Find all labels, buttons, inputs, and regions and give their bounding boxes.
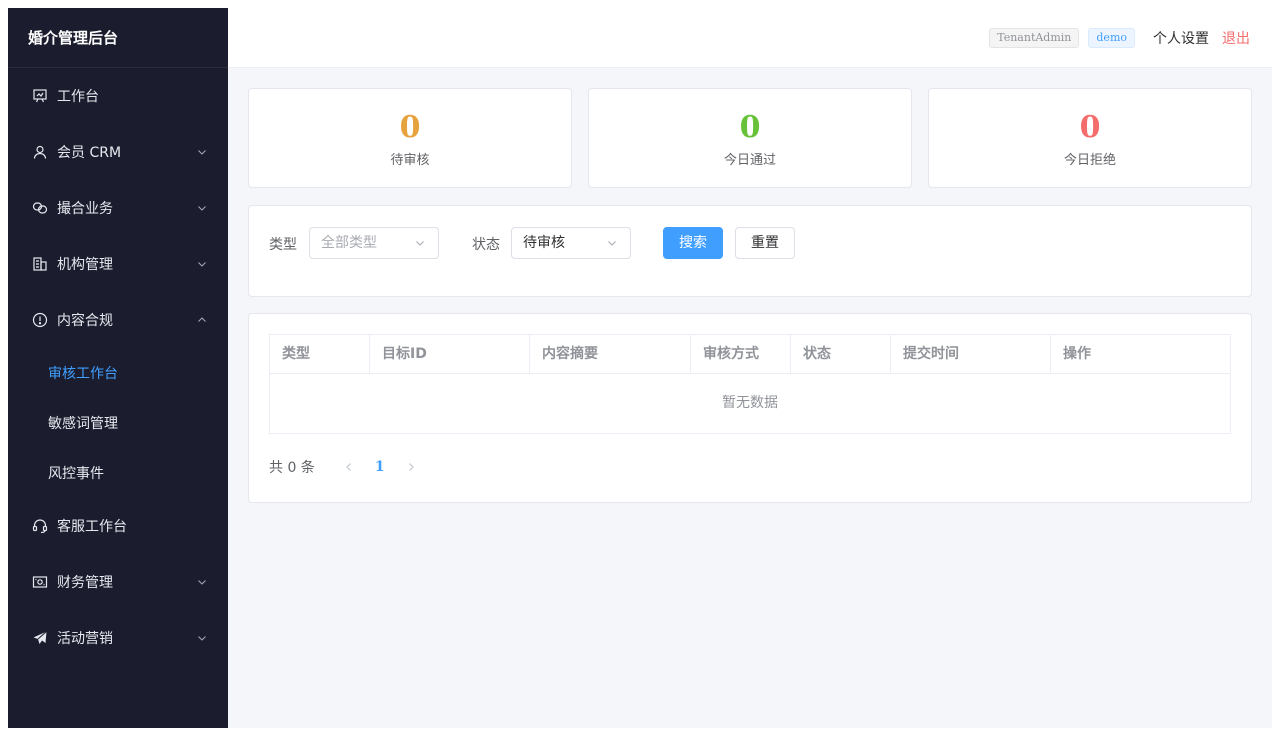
building-icon: [32, 256, 48, 272]
headset-icon: [32, 518, 48, 534]
chevron-left-icon[interactable]: [343, 461, 355, 473]
sidebar-menu: 工作台 会员 CRM 撮合业务 机构管理 内容合规 审核工作台 敏感词管理 风控…: [8, 68, 228, 666]
status-select-value: 待审核: [523, 235, 565, 251]
sidebar-item-matching[interactable]: 撮合业务: [8, 180, 228, 236]
column-header-type[interactable]: 类型: [270, 335, 370, 373]
sidebar-item-finance[interactable]: 财务管理: [8, 554, 228, 610]
sidebar-subitem-review-desk[interactable]: 审核工作台: [8, 348, 228, 398]
review-table: 类型 目标ID 内容摘要 审核方式 状态 提交时间 操作 暂无数据: [269, 334, 1231, 434]
sidebar-item-label: 会员 CRM: [57, 145, 122, 161]
chevron-down-icon: [196, 202, 208, 214]
chevron-down-icon: [196, 576, 208, 588]
sidebar-item-org[interactable]: 机构管理: [8, 236, 228, 292]
column-header-review-method[interactable]: 审核方式: [691, 335, 791, 373]
pagination-total: 共 0 条: [269, 460, 315, 476]
column-header-target-id[interactable]: 目标ID: [370, 335, 530, 373]
tenant-role-tag: TenantAdmin: [989, 28, 1080, 48]
status-select[interactable]: 待审核: [511, 227, 631, 259]
sidebar-item-label: 内容合规: [57, 313, 113, 329]
sidebar-item-label: 财务管理: [57, 575, 113, 591]
review-table-panel: 类型 目标ID 内容摘要 审核方式 状态 提交时间 操作 暂无数据 共 0 条 …: [248, 313, 1252, 503]
app-title: 婚介管理后台: [8, 8, 228, 68]
chevron-down-icon: [196, 146, 208, 158]
top-header: TenantAdmin demo 个人设置 退出: [228, 8, 1272, 68]
stat-value: 0: [399, 110, 421, 145]
warning-circle-icon: [32, 312, 48, 328]
sidebar-item-label: 活动营销: [57, 631, 113, 647]
type-select-placeholder: 全部类型: [321, 235, 377, 251]
stat-label: 今日拒绝: [1063, 153, 1116, 168]
filter-panel: 类型 全部类型 状态 待审核 搜索 重置: [248, 205, 1252, 297]
chevron-right-icon[interactable]: [405, 461, 417, 473]
sidebar-item-member-crm[interactable]: 会员 CRM: [8, 124, 228, 180]
column-header-submit-time[interactable]: 提交时间: [891, 335, 1051, 373]
search-button[interactable]: 搜索: [663, 227, 723, 259]
paper-plane-icon: [32, 630, 48, 646]
column-header-content-summary[interactable]: 内容摘要: [530, 335, 691, 373]
sidebar-item-label: 撮合业务: [57, 201, 113, 217]
chevron-down-icon: [414, 237, 426, 249]
presentation-board-icon: [32, 88, 48, 104]
pagination: 共 0 条 1: [269, 459, 417, 476]
sidebar-subitem-risk-events[interactable]: 风控事件: [8, 448, 228, 498]
stat-value: 0: [1079, 110, 1101, 145]
table-empty-text: 暂无数据: [722, 395, 778, 411]
stat-card-rejected-today: 0 今日拒绝: [928, 88, 1252, 188]
sidebar-item-label: 客服工作台: [57, 519, 127, 535]
table-header-row: 类型 目标ID 内容摘要 审核方式 状态 提交时间 操作: [270, 335, 1230, 374]
personal-settings-link[interactable]: 个人设置: [1153, 28, 1209, 48]
sidebar-item-content-compliance[interactable]: 内容合规: [8, 292, 228, 348]
type-select[interactable]: 全部类型: [309, 227, 439, 259]
sidebar-item-label: 机构管理: [57, 257, 113, 273]
header-actions: TenantAdmin demo 个人设置 退出: [989, 8, 1250, 68]
user-icon: [32, 144, 48, 160]
chevron-down-icon: [196, 632, 208, 644]
sidebar-item-customer-service[interactable]: 客服工作台: [8, 498, 228, 554]
status-filter-label: 状态: [472, 237, 500, 253]
column-header-status[interactable]: 状态: [791, 335, 891, 373]
pagination-page[interactable]: 1: [375, 459, 385, 475]
sidebar: 婚介管理后台 工作台 会员 CRM 撮合业务 机构管理 内容合规 审核工作台 敏…: [8, 8, 228, 728]
app-root: 婚介管理后台 工作台 会员 CRM 撮合业务 机构管理 内容合规 审核工作台 敏…: [8, 8, 1272, 728]
reset-button[interactable]: 重置: [735, 227, 795, 259]
logout-link[interactable]: 退出: [1222, 28, 1250, 48]
wallet-icon: [32, 574, 48, 590]
sidebar-item-label: 工作台: [57, 89, 99, 105]
sidebar-subitem-sensitive-words[interactable]: 敏感词管理: [8, 398, 228, 448]
stat-label: 待审核: [390, 153, 430, 168]
chevron-down-icon: [196, 258, 208, 270]
stat-card-pending: 0 待审核: [248, 88, 572, 188]
chevron-down-icon: [606, 237, 618, 249]
stat-value: 0: [739, 110, 761, 145]
sidebar-item-marketing[interactable]: 活动营销: [8, 610, 228, 666]
link-icon: [32, 200, 48, 216]
chevron-up-icon: [196, 314, 208, 326]
stat-card-approved-today: 0 今日通过: [588, 88, 912, 188]
sidebar-item-dashboard[interactable]: 工作台: [8, 68, 228, 124]
stat-label: 今日通过: [723, 153, 776, 168]
user-tag: demo: [1088, 28, 1135, 48]
type-filter-label: 类型: [269, 237, 297, 253]
column-header-actions[interactable]: 操作: [1051, 335, 1230, 373]
